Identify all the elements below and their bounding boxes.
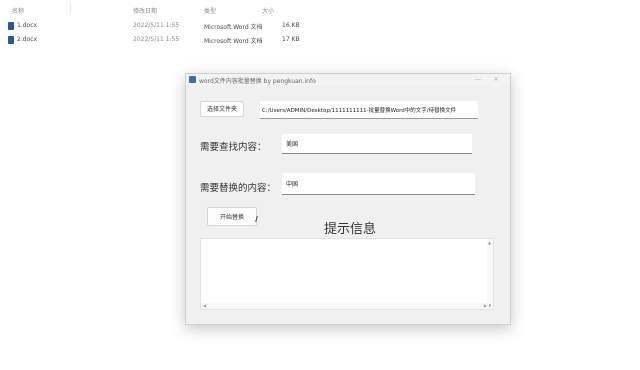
file-size: 16 KB [282,22,300,29]
select-folder-button[interactable]: 选择文件夹 [200,101,244,117]
file-type: Microsoft Word 文档 [204,38,263,45]
find-label: 需要查找内容： [200,142,267,153]
file-type: Microsoft Word 文档 [204,24,263,31]
find-input[interactable] [282,134,472,154]
horizontal-scrollbar[interactable]: ◀ ▶ [201,303,489,309]
window-title: word文件内容批量替换 by pengkuan.info [199,78,316,85]
title-bar[interactable]: word文件内容批量替换 by pengkuan.info — ✕ [186,74,510,86]
replace-tool-window: word文件内容批量替换 by pengkuan.info — ✕ 选择文件夹 … [185,73,511,325]
output-textarea[interactable]: ▲ ▼ ◀ ▶ [200,238,494,310]
scroll-left-icon[interactable]: ◀ [203,303,206,309]
file-date: 2022/5/11 1:55 [133,36,180,43]
column-header-name[interactable]: 名称 [12,6,24,15]
app-icon [189,76,196,83]
word-doc-icon [8,36,14,44]
column-header-type[interactable]: 类型 [204,6,216,15]
scroll-right-icon[interactable]: ▶ [484,303,487,309]
file-name: 2.docx [17,36,38,43]
file-row[interactable]: 2.docx 2022/5/11 1:55 Microsoft Word 文档 … [0,34,300,46]
column-divider [70,4,71,12]
vertical-scrollbar[interactable]: ▲ ▼ [487,239,493,309]
file-row[interactable]: 1.docx 2022/5/11 1:55 Microsoft Word 文档 … [0,20,300,32]
replace-input[interactable] [282,173,475,195]
file-explorer-list: 名称 修改日期 类型 大小 1.docx 2022/5/11 1:55 Micr… [0,0,640,60]
column-header-size[interactable]: 大小 [262,6,274,15]
prompt-info-title: 提示信息 [324,222,377,237]
file-name: 1.docx [17,22,38,29]
close-button[interactable]: ✕ [490,75,502,84]
word-doc-icon [8,22,14,30]
replace-label: 需要替换的内容： [200,183,277,194]
file-size: 17 KB [282,36,300,43]
start-replace-button[interactable]: 开始替换 [207,207,257,226]
mouse-cursor-icon [255,216,262,222]
minimize-button[interactable]: — [472,75,484,84]
file-date: 2022/5/11 1:55 [133,22,180,29]
column-header-date[interactable]: 修改日期 [133,6,157,15]
scroll-up-icon[interactable]: ▲ [488,240,491,245]
folder-path-text: C:/Users/ADMIN/Desktop/1111111111-批量替换Wo… [262,108,457,114]
